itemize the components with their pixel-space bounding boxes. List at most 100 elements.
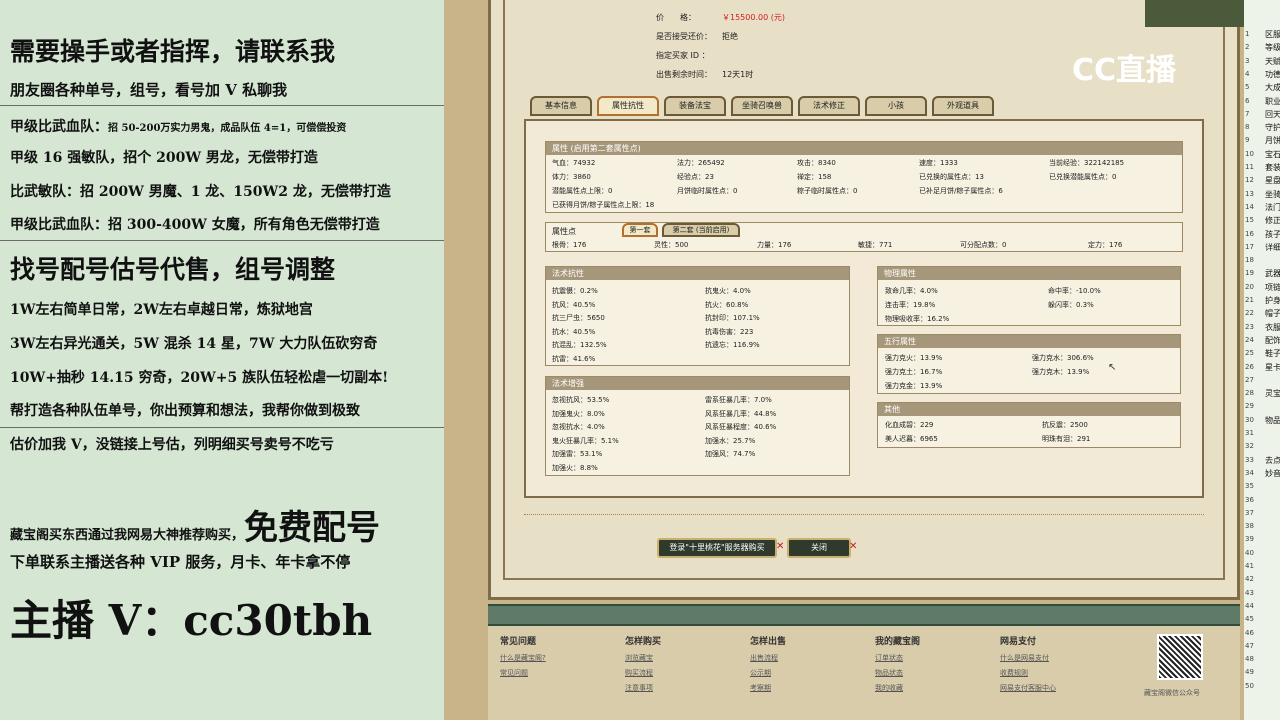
footer-bar xyxy=(488,604,1240,626)
sidebar-item[interactable]: 去点 xyxy=(1265,455,1280,466)
five-value: 强力克火：13.9% xyxy=(885,354,943,362)
close-icon[interactable]: ✕ xyxy=(849,541,857,552)
row-number: 3 xyxy=(1245,56,1250,65)
sidebar-item[interactable]: 物品 xyxy=(1265,415,1280,426)
row-number: 20 xyxy=(1245,282,1254,291)
tab-points-set2[interactable]: 第二套 (当前启用) xyxy=(662,223,740,237)
sidebar-item[interactable]: 职业 xyxy=(1265,96,1280,107)
boost-value: 加强风：74.7% xyxy=(705,450,756,458)
row-number: 27 xyxy=(1245,375,1254,384)
section-title: 法术抗性 xyxy=(546,267,849,280)
cc-live-logo: CC直播 xyxy=(1072,53,1177,88)
footer-link[interactable]: 物品状态 xyxy=(875,668,903,678)
sidebar-item[interactable]: 守护 xyxy=(1265,122,1280,133)
sidebar-item[interactable]: 功德 xyxy=(1265,69,1280,80)
boost-value: 加强水：25.7% xyxy=(705,436,756,445)
footer-link[interactable]: 订单状态 xyxy=(875,653,903,663)
footer-link[interactable]: 什么是网易支付 xyxy=(1000,653,1049,663)
sidebar-item[interactable]: 衣服 xyxy=(1265,322,1280,333)
tab-points-set1[interactable]: 第一套 xyxy=(622,223,658,237)
sidebar-item[interactable]: 项链 xyxy=(1265,282,1280,293)
sidebar-item[interactable]: 帽子 xyxy=(1265,308,1280,319)
tab-basic-info[interactable]: 基本信息 xyxy=(530,96,592,116)
footer-link[interactable]: 出售流程 xyxy=(750,653,778,663)
price-label: 价 格： xyxy=(656,13,696,22)
sidebar-item[interactable]: 回天 xyxy=(1265,109,1280,120)
row-number: 8 xyxy=(1245,123,1250,132)
sidebar-item[interactable]: 等级 xyxy=(1265,42,1280,53)
sidebar-item[interactable]: 天赋 xyxy=(1265,56,1280,67)
five-value: 强力克土：16.7% xyxy=(885,368,943,376)
tab-spell-modifiers[interactable]: 法术修正 xyxy=(798,96,860,116)
sidebar-item[interactable]: 妙音 xyxy=(1265,468,1280,479)
stream-overlay-text: 需要操手或者指挥，请联系我 朋友圈各种单号，组号，看号加 V 私聊我 甲级比武血… xyxy=(0,0,444,720)
row-number: 4 xyxy=(1245,69,1250,78)
tab-children[interactable]: 小孩 xyxy=(865,96,927,116)
sidebar-item[interactable]: 修正 xyxy=(1265,215,1280,226)
sidebar-item[interactable]: 详细 xyxy=(1265,242,1280,253)
sidebar-item[interactable]: 宝石 xyxy=(1265,149,1280,160)
footer-link[interactable]: 考察期 xyxy=(750,683,771,693)
point-value: 根骨：176 xyxy=(552,241,587,249)
row-number: 12 xyxy=(1245,176,1254,185)
footer-link[interactable]: 什么是藏宝阁? xyxy=(500,653,546,663)
footer-heading: 网易支付 xyxy=(1000,637,1037,647)
tab-attributes[interactable]: 属性抗性 xyxy=(597,96,659,116)
row-number: 46 xyxy=(1245,628,1254,637)
attribute-value: 已补足月饼/粽子属性点：6 xyxy=(919,187,1003,195)
section-title: 法术增强 xyxy=(546,377,849,390)
attribute-value: 已兑换的属性点：13 xyxy=(919,173,984,181)
footer-link[interactable]: 收费规则 xyxy=(1000,668,1028,678)
tab-mounts-pets[interactable]: 坐骑召唤兽 xyxy=(731,96,793,116)
sidebar-item[interactable]: 星盘 xyxy=(1265,175,1280,186)
footer-link[interactable]: 注意事项 xyxy=(625,683,653,693)
resist-value: 抗混乱：132.5% xyxy=(552,341,607,349)
remain-value: 12天1时 xyxy=(722,70,754,79)
point-value: 可分配点数：0 xyxy=(960,241,1007,249)
sidebar-item[interactable]: 鞋子 xyxy=(1265,348,1280,359)
boost-value: 风系狂暴几率：44.8% xyxy=(705,409,777,418)
attribute-value: 经验点：23 xyxy=(677,173,714,181)
buyer-label: 指定买家 ID ： xyxy=(656,51,710,60)
sidebar-item[interactable]: 灵宝 xyxy=(1265,388,1280,399)
footer-link[interactable]: 公示期 xyxy=(750,668,771,678)
sidebar-item[interactable]: 大成 xyxy=(1265,82,1280,93)
sidebar-item[interactable]: 月饼 xyxy=(1265,135,1280,146)
sidebar-item[interactable]: 配饰 xyxy=(1265,335,1280,346)
boost-value: 风系狂暴程度：40.6% xyxy=(705,423,777,431)
tab-equipment[interactable]: 装备法宝 xyxy=(664,96,726,116)
row-number: 21 xyxy=(1245,296,1254,304)
close-icon[interactable]: ✕ xyxy=(776,541,784,552)
footer-link[interactable]: 我的收藏 xyxy=(875,683,903,693)
attribute-value: 当前经验：322142185 xyxy=(1049,159,1125,167)
sidebar-item[interactable]: 套装 xyxy=(1265,162,1280,173)
five-value: 强力克水：306.6% xyxy=(1032,354,1094,362)
sidebar-item[interactable]: 星卡 xyxy=(1265,362,1280,373)
sidebar-item[interactable]: 孩子 xyxy=(1265,229,1280,240)
attribute-value: 体力：3860 xyxy=(552,173,591,181)
attribute-value: 已获得月饼/粽子属性点上限：18 xyxy=(552,201,655,209)
row-number: 34 xyxy=(1245,468,1254,477)
row-number: 5 xyxy=(1245,83,1250,92)
overlay-heading: 找号配号估号代售，组号调整 xyxy=(10,255,336,284)
sidebar-item[interactable]: 区服 xyxy=(1265,29,1280,40)
sidebar-item[interactable]: 武器 xyxy=(1265,268,1280,279)
footer-link[interactable]: 购买流程 xyxy=(625,668,653,678)
sidebar-item[interactable]: 坐骑 xyxy=(1265,189,1280,200)
sidebar-item[interactable]: 护身 xyxy=(1265,295,1280,306)
footer-link[interactable]: 浏览藏宝 xyxy=(625,653,653,663)
sidebar-item[interactable]: 法门 xyxy=(1265,202,1280,213)
resist-value: 抗火：60.8% xyxy=(705,300,749,309)
overlay-line: 甲级比武血队：招 50-200万实力男鬼，成品队伍 4=1，可偿偿投资 xyxy=(10,119,347,135)
row-number: 1 xyxy=(1245,30,1250,38)
boost-value: 加强火：8.8% xyxy=(552,463,598,472)
attribute-value: 粽子临时属性点：0 xyxy=(797,187,858,195)
row-number: 39 xyxy=(1245,535,1254,544)
row-number: 13 xyxy=(1245,189,1254,198)
tab-appearance[interactable]: 外观道具 xyxy=(932,96,994,116)
footer-link[interactable]: 网易支付客服中心 xyxy=(1000,683,1056,693)
close-button[interactable]: 关闭 xyxy=(787,538,851,558)
row-number: 35 xyxy=(1245,482,1254,491)
footer-link[interactable]: 常见问题 xyxy=(500,668,528,678)
login-server-buy-button[interactable]: 登录"十里桃花"服务器购买 xyxy=(657,538,777,558)
